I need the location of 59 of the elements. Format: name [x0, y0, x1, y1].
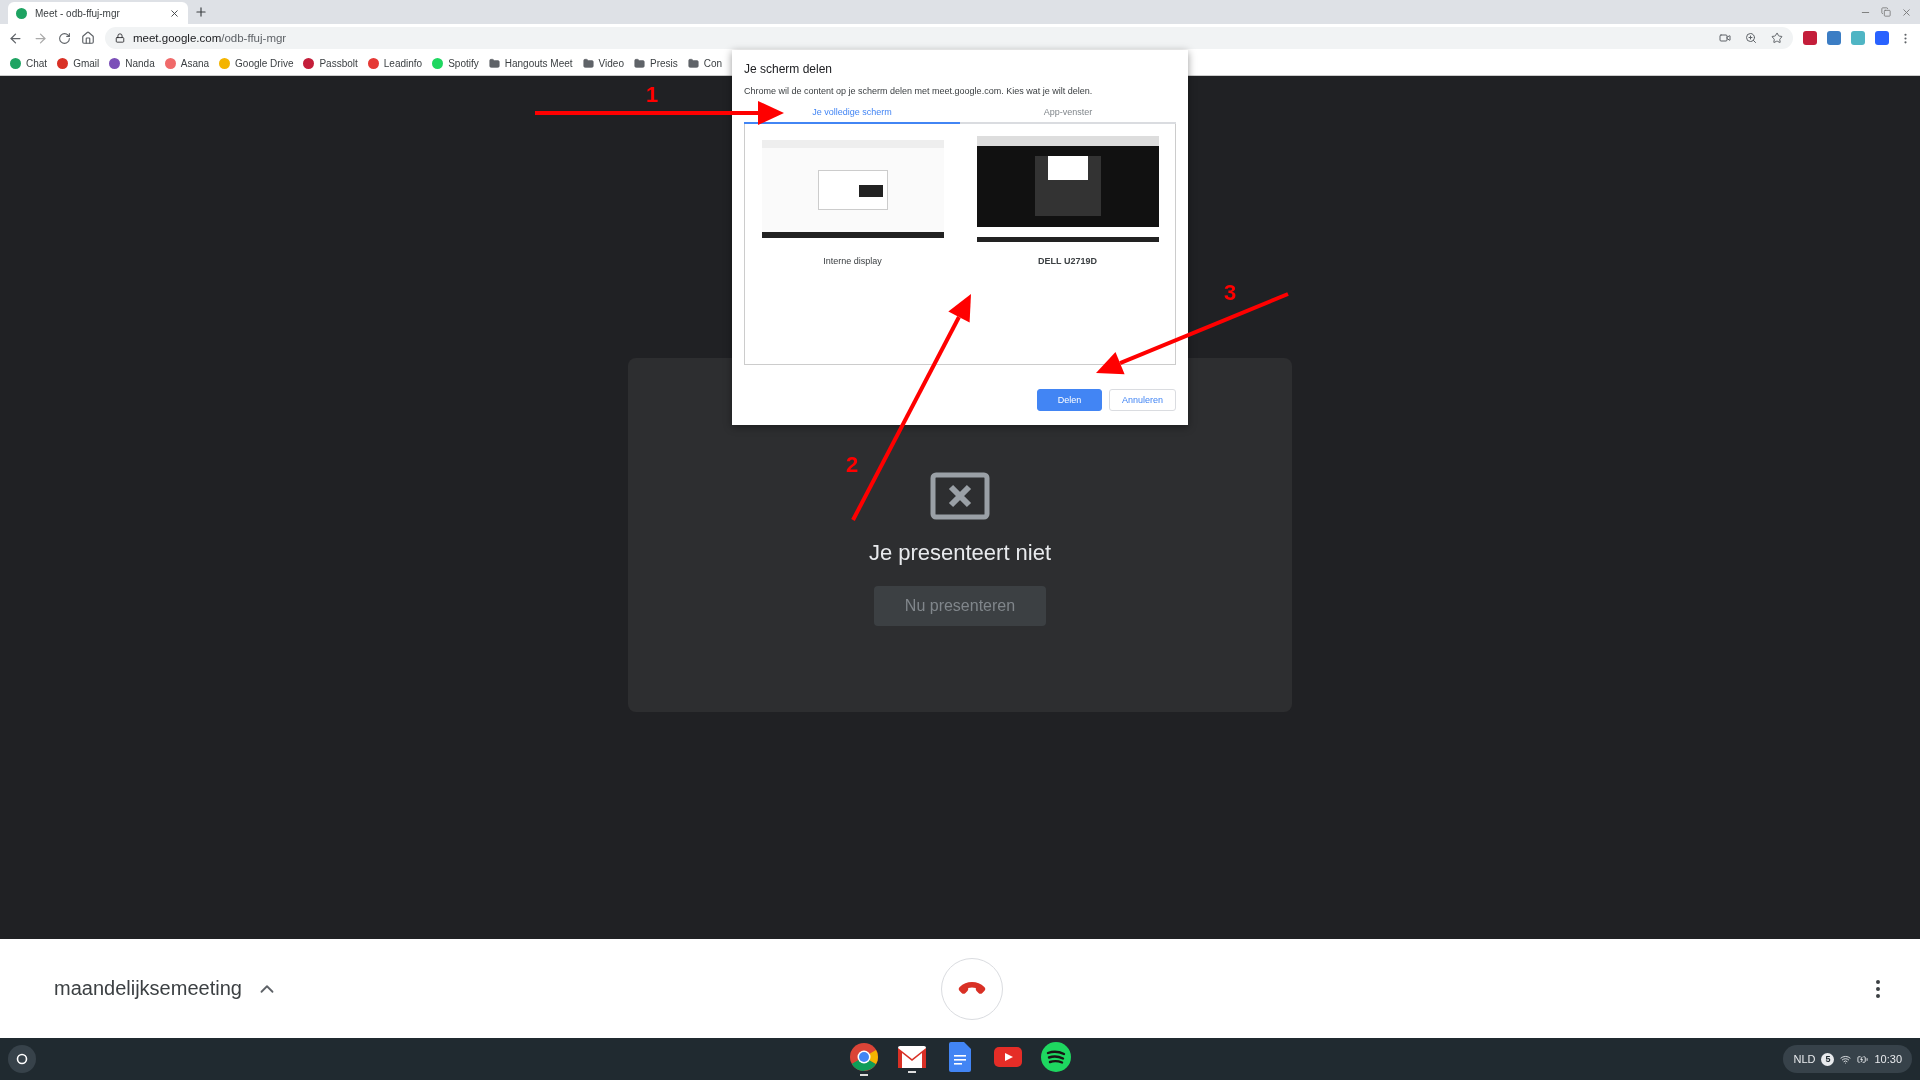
bookmark-link[interactable]: Passbolt: [319, 58, 358, 69]
folder-icon: [634, 58, 645, 69]
bookmark-link[interactable]: Hangouts Meet: [504, 58, 573, 69]
source-label: Interne display: [823, 256, 882, 266]
bookmark-link[interactable]: Video: [598, 58, 624, 69]
bookmark-link[interactable]: Leadinfo: [383, 58, 423, 69]
folder-icon: [687, 58, 699, 69]
chrome-icon[interactable]: [849, 1042, 879, 1072]
share-button[interactable]: Delen: [1036, 389, 1102, 411]
mail-icon[interactable]: [897, 1045, 927, 1069]
folder-icon: [488, 58, 500, 69]
home-icon[interactable]: [81, 31, 95, 45]
notification-count: 5: [1821, 1052, 1835, 1066]
launcher-button[interactable]: [8, 1045, 36, 1073]
dialog-message: Chrome wil de content op je scherm delen met meet.google.com. Kies wat je wilt delen.: [744, 86, 1094, 96]
folder-icon: [582, 58, 594, 69]
tab-title: Meet - odb-ffuj-mgr: [35, 7, 121, 19]
close-icon[interactable]: [169, 7, 180, 19]
bookmark-link[interactable]: Asana: [180, 58, 210, 69]
bookmark-link[interactable]: Gmail: [73, 58, 100, 69]
dialog-title: Je scherm delen: [744, 62, 834, 76]
address-bar[interactable]: meet.google.com/odb-ffuj-mgr: [105, 27, 1793, 49]
back-icon[interactable]: [8, 30, 23, 46]
language-label: NLD: [1793, 1053, 1816, 1065]
music-app-icon[interactable]: [1041, 1042, 1071, 1072]
browser-tab[interactable]: Meet - odb-ffuj-mgr: [8, 2, 188, 24]
new-tab-icon[interactable]: [194, 5, 208, 19]
reload-icon[interactable]: [58, 31, 71, 45]
screen-thumbnail-drawing[interactable]: [976, 136, 1159, 242]
launcher-circle-icon: [16, 1053, 28, 1065]
meeting-title: maandelijksemeeting: [54, 977, 242, 1000]
annotation-number: 1: [646, 82, 659, 108]
dialog-tab[interactable]: App-venster: [960, 107, 1176, 124]
document-icon[interactable]: [949, 1042, 971, 1072]
bookmark-link[interactable]: Chat: [26, 58, 48, 69]
status-message: Je presenteert niet: [868, 539, 1052, 566]
status-tray[interactable]: NLD 5 10:30: [1783, 1045, 1912, 1073]
play-icon[interactable]: [994, 1047, 1022, 1067]
bookmark-link[interactable]: Spotify: [448, 58, 479, 69]
battery-icon: [1857, 1053, 1869, 1065]
no-screen-icon: [930, 471, 990, 520]
meet-icon: [16, 7, 27, 19]
bookmark-link[interactable]: Presis: [650, 58, 678, 69]
running-indicator: [908, 1071, 916, 1073]
zoom-icon[interactable]: [1745, 32, 1757, 44]
bookmark-link[interactable]: Con: [703, 58, 723, 69]
url-text: meet.google.com/odb-ffuj-mgr: [133, 32, 287, 44]
source-label: DELL U2719D: [1038, 256, 1097, 266]
annotation-number: 2: [846, 452, 859, 478]
bookmark-link[interactable]: Nanda: [125, 58, 155, 69]
clock-time: 10:30: [1874, 1053, 1902, 1065]
lock-icon: [115, 33, 125, 43]
cancel-button[interactable]: Annuleren: [1108, 389, 1176, 411]
wifi-icon: [1840, 1053, 1852, 1065]
annotation-number: 3: [1224, 280, 1237, 306]
star-icon[interactable]: [1771, 32, 1783, 44]
running-indicator: [860, 1074, 868, 1076]
camera-icon[interactable]: [1719, 32, 1731, 44]
bookmark-link[interactable]: Google Drive: [235, 58, 294, 69]
